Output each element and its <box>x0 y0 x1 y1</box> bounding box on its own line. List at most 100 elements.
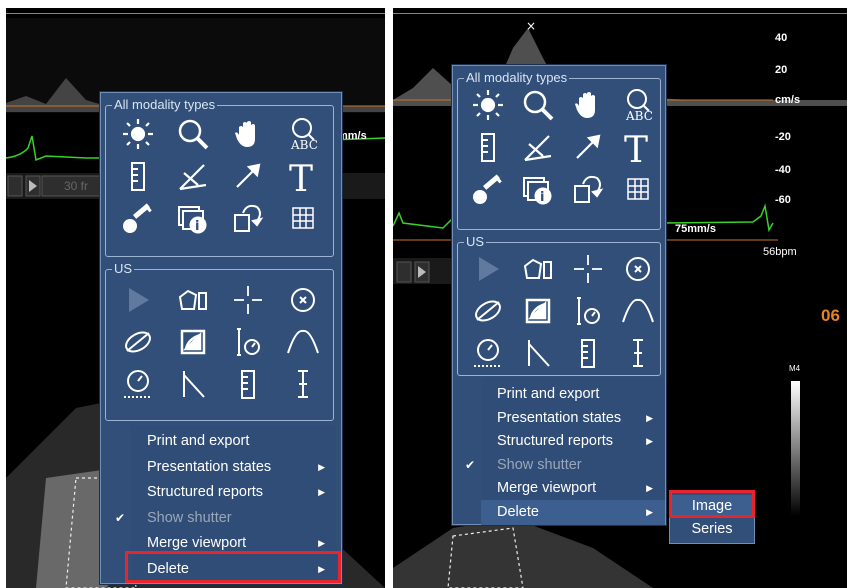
brightness-icon[interactable] <box>121 117 155 151</box>
info-layers-icon[interactable]: i <box>521 172 555 206</box>
frames-label: 30 fr <box>64 179 89 193</box>
velocity-icon[interactable] <box>571 294 605 328</box>
submenu-arrow-icon: ▶ <box>646 412 653 423</box>
svg-text:T: T <box>624 130 648 171</box>
ellipse-icon[interactable] <box>471 294 505 328</box>
velocity-icon[interactable] <box>231 325 265 359</box>
right-viewport[interactable]: × 40 20 cm/s -20 -40 -60 75mm/s 56bpm 06… <box>393 8 847 588</box>
caliper-icon[interactable] <box>621 336 655 370</box>
menu-item-label: Structured reports <box>497 433 614 449</box>
context-menu: All modality types US ABC Ti Print and ex… <box>452 65 666 525</box>
scale-label: -40 <box>775 164 791 176</box>
polygon-icon[interactable] <box>176 283 210 317</box>
curve-icon[interactable] <box>286 325 320 359</box>
scale-label: 20 <box>775 64 788 76</box>
zoom-icon[interactable] <box>176 117 210 151</box>
frame-number: 06 <box>821 306 840 325</box>
timer-icon[interactable] <box>121 367 155 401</box>
submenu-arrow-icon: ▶ <box>646 436 653 446</box>
svg-text:i: i <box>540 190 544 205</box>
key-icon[interactable] <box>121 201 155 235</box>
svg-text:T: T <box>289 159 313 200</box>
menu-item-merge-viewport[interactable]: Merge viewport ▶ <box>481 476 665 501</box>
menu-item-presentation-states[interactable]: Presentation states ▶ <box>481 406 665 431</box>
info-layers-icon[interactable]: i <box>176 201 210 235</box>
menu-item-label: Show shutter <box>147 509 232 526</box>
speed-label: mm/s <box>338 130 367 142</box>
pan-hand-icon[interactable] <box>571 88 605 122</box>
submenu-item-series[interactable]: Series <box>670 518 754 540</box>
group-title: US <box>464 234 487 250</box>
svg-text:ABC: ABC <box>625 109 653 123</box>
timer-icon[interactable] <box>471 336 505 370</box>
group-title: All modality types <box>112 97 218 113</box>
group-title: US <box>112 261 135 277</box>
text-icon[interactable]: T <box>286 159 320 200</box>
menu-item-label: Show shutter <box>497 456 582 473</box>
arrow-icon[interactable] <box>571 130 605 164</box>
menu-item-structured-reports[interactable]: Structured reports ▶ <box>131 480 337 505</box>
menu-item-print-and-export[interactable]: Print and export <box>131 429 337 454</box>
ruler-icon[interactable] <box>471 130 505 164</box>
slope-icon[interactable] <box>176 367 210 401</box>
pan-hand-icon[interactable] <box>231 117 265 151</box>
menu-item-show-shutter: Show shutter ✔ <box>115 506 337 531</box>
ellipse-point-icon[interactable] <box>286 283 320 317</box>
colorbar-label: M4 <box>789 364 801 373</box>
ruler-icon[interactable] <box>231 367 265 401</box>
ruler-icon[interactable] <box>571 336 605 370</box>
angle-icon[interactable] <box>176 159 210 193</box>
menu-item-label: Print and export <box>147 433 250 449</box>
scale-label: -20 <box>775 131 791 143</box>
ellipse-icon[interactable] <box>121 325 155 359</box>
curve-icon[interactable] <box>621 294 655 328</box>
svg-text:i: i <box>195 219 199 234</box>
area-icon[interactable] <box>176 325 210 359</box>
grid-icon[interactable] <box>621 172 655 206</box>
menu-item-label: Presentation states <box>497 409 622 426</box>
crosshair-icon[interactable] <box>571 252 605 286</box>
ruler-icon[interactable] <box>121 159 155 193</box>
context-menu: All modality types US ABC Ti Print and ex… <box>100 92 342 584</box>
caliper-icon[interactable] <box>286 367 320 401</box>
rotate-icon[interactable] <box>571 172 605 206</box>
scale-label: -60 <box>775 194 791 206</box>
annotation-abc-icon[interactable]: ABC <box>621 88 655 123</box>
crosshair-icon[interactable] <box>231 283 265 317</box>
submenu-arrow-icon: ▶ <box>646 506 653 517</box>
polygon-icon[interactable] <box>521 252 555 286</box>
angle-icon[interactable] <box>521 130 555 164</box>
ellipse-point-icon[interactable] <box>621 252 655 286</box>
submenu-arrow-icon: ▶ <box>318 461 325 472</box>
text-icon[interactable]: T <box>621 130 655 171</box>
menu-item-show-shutter: Show shutter ✔ <box>465 453 665 478</box>
play-icon[interactable] <box>471 252 505 286</box>
submenu-arrow-icon: ▶ <box>646 483 653 493</box>
group-title: All modality types <box>464 70 570 86</box>
menu-item-delete[interactable]: Delete ▶ <box>481 499 665 525</box>
menu-item-label: Merge viewport <box>497 480 597 496</box>
key-icon[interactable] <box>471 172 505 206</box>
checkmark-icon: ✔ <box>465 457 476 472</box>
submenu-arrow-icon: ▶ <box>318 487 325 497</box>
annotation-abc-icon[interactable]: ABC <box>286 117 320 152</box>
image-highlight <box>669 490 755 518</box>
scale-label: cm/s <box>775 94 801 106</box>
rotate-icon[interactable] <box>231 201 265 235</box>
grid-icon[interactable] <box>286 201 320 235</box>
checkmark-icon: ✔ <box>115 510 126 525</box>
menu-item-print-and-export[interactable]: Print and export <box>481 382 665 407</box>
menu-item-label: Structured reports <box>147 484 264 500</box>
menu-item-label: Presentation states <box>147 458 272 475</box>
arrow-icon[interactable] <box>231 159 265 193</box>
scale-label: 40 <box>775 32 788 44</box>
slope-icon[interactable] <box>521 336 555 370</box>
menu-item-structured-reports[interactable]: Structured reports ▶ <box>481 429 665 454</box>
left-viewport[interactable]: mm/s 30 fr All modality types US ABC Ti P… <box>6 8 385 588</box>
menu-item-presentation-states[interactable]: Presentation states ▶ <box>131 455 337 480</box>
play-icon[interactable] <box>121 283 155 317</box>
zoom-icon[interactable] <box>521 88 555 122</box>
menu-item-label: Print and export <box>497 386 600 402</box>
area-icon[interactable] <box>521 294 555 328</box>
brightness-icon[interactable] <box>471 88 505 122</box>
